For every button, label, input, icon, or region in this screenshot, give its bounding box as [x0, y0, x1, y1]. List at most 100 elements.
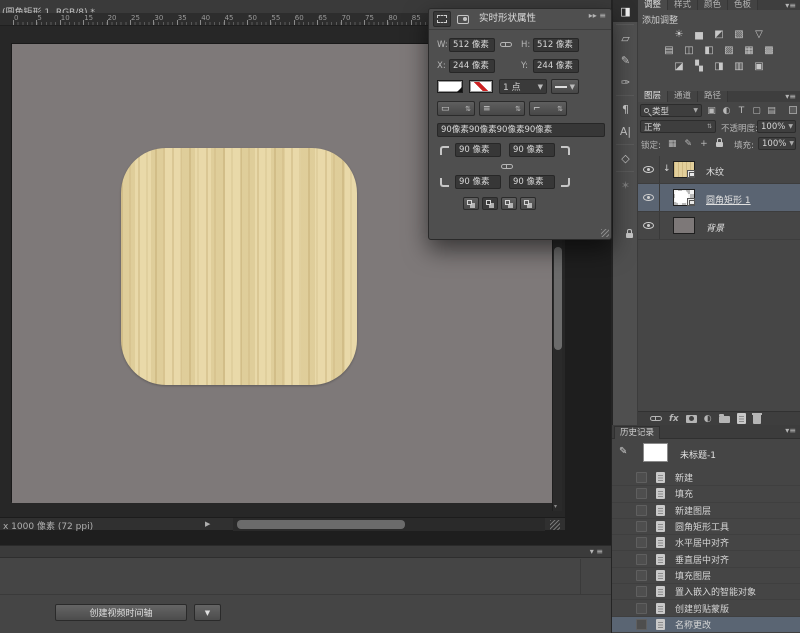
- exposure-icon[interactable]: ▧: [732, 28, 747, 41]
- panel-brush-presets-icon[interactable]: ✎: [613, 49, 638, 71]
- photo-filter-icon[interactable]: ▨: [722, 44, 737, 57]
- stroke-width-select[interactable]: 1 点 ▼: [499, 79, 547, 94]
- stroke-style-select[interactable]: ▼: [551, 79, 579, 94]
- blend-mode-select[interactable]: 正常 ⇅: [640, 120, 716, 133]
- radius-top-left-field[interactable]: 90 像素: [455, 143, 501, 157]
- history-brush-source-checkbox[interactable]: [636, 554, 647, 565]
- filter-pixel-layers-icon[interactable]: ▣: [706, 104, 717, 117]
- panel-share-icon[interactable]: ✶: [613, 174, 638, 196]
- adjustments-tab-inactive[interactable]: 色板: [728, 0, 758, 10]
- x-field[interactable]: 244 像素: [449, 59, 495, 73]
- history-menu-icon[interactable]: ▾≡: [785, 426, 796, 435]
- timeline-menu-icon[interactable]: ▾ ≡: [590, 547, 603, 556]
- width-field[interactable]: 512 像素: [449, 38, 495, 52]
- properties-header[interactable]: 实时形状属性 ▸▸ ≡: [429, 9, 611, 30]
- layer-row[interactable]: 圆角矩形 1: [638, 184, 800, 212]
- black-white-icon[interactable]: ◧: [702, 44, 717, 57]
- history-step[interactable]: 新建图层: [612, 503, 800, 519]
- lock-all-icon[interactable]: [716, 142, 723, 147]
- link-layers-button[interactable]: [650, 416, 662, 421]
- y-field[interactable]: 244 像素: [533, 59, 579, 73]
- panel-resize-grip[interactable]: [601, 229, 609, 237]
- scroll-down-arrow-icon[interactable]: ▾: [554, 503, 557, 510]
- layer-thumbnail[interactable]: [673, 189, 695, 206]
- layer-filter-toggle[interactable]: [789, 106, 797, 114]
- window-resize-grip[interactable]: [550, 520, 560, 530]
- eye-icon[interactable]: [643, 194, 654, 201]
- history-brush-icon[interactable]: ✎: [619, 446, 627, 457]
- new-layer-button[interactable]: [737, 413, 746, 424]
- history-brush-source-checkbox[interactable]: [636, 619, 647, 630]
- pathfinder-unite-button[interactable]: [463, 197, 479, 210]
- selective-color-icon[interactable]: ▣: [752, 60, 767, 73]
- radius-bottom-left-field[interactable]: 90 像素: [455, 175, 501, 189]
- layers-tab-active[interactable]: 图层: [638, 91, 668, 102]
- height-field[interactable]: 512 像素: [533, 38, 579, 52]
- history-brush-source-checkbox[interactable]: [636, 586, 647, 597]
- stroke-align-select[interactable]: ▭⇅: [437, 101, 475, 116]
- new-adjustment-layer-button[interactable]: ◐: [704, 414, 712, 424]
- history-brush-source-checkbox[interactable]: [636, 505, 647, 516]
- filter-adjustment-layers-icon[interactable]: ◐: [721, 104, 732, 117]
- fill-color-swatch[interactable]: [437, 80, 463, 93]
- link-radius-icon[interactable]: [501, 164, 513, 169]
- panel-3d-icon[interactable]: ◇: [613, 147, 638, 169]
- levels-icon[interactable]: ▅: [692, 28, 707, 41]
- vertical-scrollbar-thumb[interactable]: [554, 247, 562, 350]
- lock-transparency-icon[interactable]: ▦: [668, 139, 677, 149]
- history-brush-source-checkbox[interactable]: [636, 603, 647, 614]
- history-step[interactable]: 创建剪贴蒙版: [612, 600, 800, 616]
- horizontal-scrollbar-thumb[interactable]: [237, 520, 405, 529]
- channel-mixer-icon[interactable]: ▦: [742, 44, 757, 57]
- adjustments-tab-inactive[interactable]: 颜色: [698, 0, 728, 10]
- history-brush-source-checkbox[interactable]: [636, 537, 647, 548]
- layer-style-button[interactable]: fx: [669, 414, 679, 424]
- properties-menu-icon[interactable]: ▸▸ ≡: [589, 11, 606, 20]
- pathfinder-intersect-button[interactable]: [501, 197, 517, 210]
- threshold-icon[interactable]: ◨: [712, 60, 727, 73]
- curves-icon[interactable]: ◩: [712, 28, 727, 41]
- history-brush-source-checkbox[interactable]: [636, 472, 647, 483]
- invert-icon[interactable]: ◪: [672, 60, 687, 73]
- history-brush-source-checkbox[interactable]: [636, 570, 647, 581]
- color-lookup-icon[interactable]: ▩: [762, 44, 777, 57]
- pathfinder-subtract-button[interactable]: [482, 197, 498, 210]
- layer-row[interactable]: 背景: [638, 212, 800, 240]
- panel-paragraph-icon[interactable]: ¶: [613, 98, 638, 120]
- history-step[interactable]: 填充图层: [612, 568, 800, 584]
- stroke-color-swatch[interactable]: [469, 80, 493, 93]
- history-step[interactable]: 名称更改: [612, 617, 800, 633]
- layers-tab-inactive[interactable]: 路径: [698, 91, 728, 102]
- panel-character-icon[interactable]: A|: [613, 120, 638, 142]
- corner-radius-summary-field[interactable]: 90像素90像素90像素90像素: [437, 123, 605, 137]
- create-video-timeline-button[interactable]: 创建视频时间轴: [55, 604, 187, 621]
- layer-row[interactable]: ↓木纹: [638, 156, 800, 184]
- history-step[interactable]: 水平居中对齐: [612, 535, 800, 551]
- link-wh-icon[interactable]: [500, 42, 512, 47]
- adjustments-tab-active[interactable]: 调整: [638, 0, 668, 10]
- history-step[interactable]: 填充: [612, 486, 800, 502]
- eye-icon[interactable]: [643, 222, 654, 229]
- history-tab[interactable]: 历史记录: [614, 426, 660, 439]
- delete-layer-button[interactable]: [753, 415, 761, 424]
- adjustments-tab-inactive[interactable]: 样式: [668, 0, 698, 10]
- gradient-map-icon[interactable]: ▥: [732, 60, 747, 73]
- history-step[interactable]: 新建: [612, 470, 800, 486]
- layer-thumbnail[interactable]: [673, 217, 695, 234]
- panel-info-icon[interactable]: ▱: [613, 27, 638, 49]
- history-snapshot-row[interactable]: ✎ 未标题-1: [612, 441, 800, 465]
- masks-icon[interactable]: [454, 11, 472, 27]
- filter-smart-objects-icon[interactable]: ▤: [766, 104, 777, 117]
- opacity-select[interactable]: 100% ▼: [757, 120, 796, 133]
- new-group-button[interactable]: [719, 416, 730, 423]
- posterize-icon[interactable]: ▚: [692, 60, 707, 73]
- status-menu-arrow-icon[interactable]: ▶: [205, 520, 210, 528]
- radius-top-right-field[interactable]: 90 像素: [509, 143, 555, 157]
- history-step[interactable]: 垂直居中对齐: [612, 551, 800, 567]
- fill-select[interactable]: 100% ▼: [758, 137, 796, 150]
- panel-brush-settings-icon[interactable]: ✑: [613, 71, 638, 93]
- panel-properties-icon[interactable]: ◨: [613, 0, 638, 22]
- add-layer-mask-button[interactable]: [686, 415, 697, 423]
- filter-shape-layers-icon[interactable]: ▢: [751, 104, 762, 117]
- layers-menu-icon[interactable]: ▾≡: [785, 92, 796, 101]
